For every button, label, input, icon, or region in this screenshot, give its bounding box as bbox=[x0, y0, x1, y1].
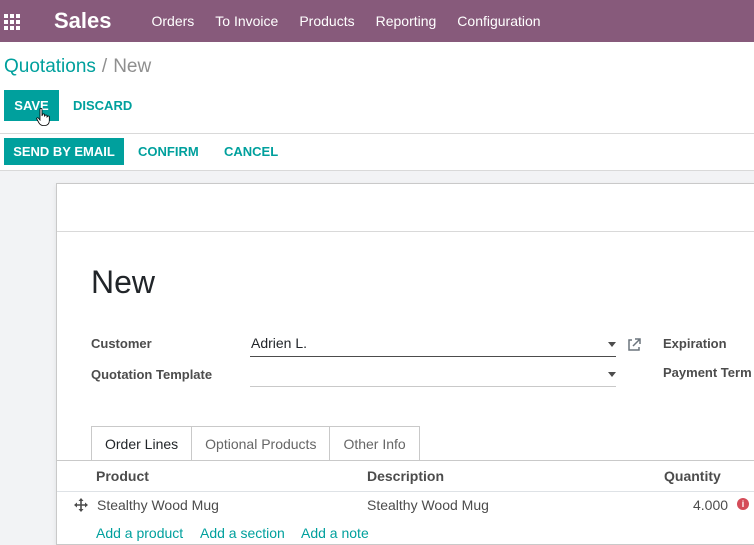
top-navbar: Sales Orders To Invoice Products Reporti… bbox=[0, 0, 754, 42]
quotation-template-label: Quotation Template bbox=[91, 367, 213, 382]
row-description[interactable]: Stealthy Wood Mug bbox=[367, 497, 489, 513]
menu-configuration[interactable]: Configuration bbox=[457, 13, 540, 29]
record-title: New bbox=[91, 264, 156, 300]
menu-to-invoice[interactable]: To Invoice bbox=[215, 13, 278, 29]
breadcrumb-separator: / bbox=[101, 56, 108, 77]
save-button[interactable]: SAVE bbox=[4, 90, 59, 121]
chevron-down-icon[interactable] bbox=[608, 372, 616, 377]
customer-value: Adrien L. bbox=[251, 335, 308, 351]
column-product[interactable]: Product bbox=[96, 468, 149, 484]
tab-order-lines[interactable]: Order Lines bbox=[91, 426, 193, 461]
confirm-button[interactable]: CONFIRM bbox=[138, 138, 199, 165]
breadcrumb-quotations[interactable]: Quotations bbox=[4, 56, 96, 77]
notebook-tabs: Order Lines Optional Products Other Info bbox=[91, 426, 420, 461]
chevron-down-icon[interactable] bbox=[608, 342, 616, 347]
status-bar: SEND BY EMAIL CONFIRM CANCEL bbox=[0, 134, 754, 171]
external-link-icon[interactable] bbox=[626, 337, 642, 353]
app-name[interactable]: Sales bbox=[54, 8, 112, 34]
form-sheet: New Customer Adrien L. Quotation Templat… bbox=[56, 183, 754, 545]
cancel-button[interactable]: CANCEL bbox=[224, 138, 278, 165]
info-warning-icon[interactable]: i bbox=[737, 498, 749, 510]
table-header-divider bbox=[57, 491, 754, 492]
apps-grid-icon[interactable] bbox=[4, 14, 20, 30]
add-product-link[interactable]: Add a product bbox=[96, 525, 183, 541]
row-product[interactable]: Stealthy Wood Mug bbox=[97, 497, 219, 513]
customer-field[interactable]: Adrien L. bbox=[250, 335, 616, 357]
column-quantity[interactable]: Quantity bbox=[664, 468, 721, 484]
menu-reporting[interactable]: Reporting bbox=[376, 13, 437, 29]
quotation-template-field[interactable] bbox=[250, 365, 616, 387]
payment-terms-label: Payment Term bbox=[663, 365, 752, 380]
breadcrumb: Quotations / New bbox=[4, 56, 151, 78]
column-description[interactable]: Description bbox=[367, 468, 444, 484]
control-panel: Quotations / New SAVE DISCARD bbox=[0, 42, 754, 134]
tabs-divider bbox=[57, 460, 754, 461]
discard-button[interactable]: DISCARD bbox=[73, 90, 132, 121]
row-quantity[interactable]: 4.000 bbox=[693, 497, 728, 513]
hand-pointer-icon bbox=[36, 108, 50, 126]
menu-products[interactable]: Products bbox=[299, 13, 354, 29]
expiration-label: Expiration bbox=[663, 336, 727, 351]
tab-other-info[interactable]: Other Info bbox=[330, 426, 420, 461]
send-by-email-button[interactable]: SEND BY EMAIL bbox=[4, 138, 124, 165]
breadcrumb-current: New bbox=[113, 56, 152, 77]
menu-orders[interactable]: Orders bbox=[152, 13, 195, 29]
drag-handle-icon[interactable] bbox=[74, 498, 88, 512]
add-note-link[interactable]: Add a note bbox=[301, 525, 369, 541]
sheet-header bbox=[57, 184, 754, 232]
tab-optional-products[interactable]: Optional Products bbox=[192, 426, 331, 461]
add-section-link[interactable]: Add a section bbox=[200, 525, 285, 541]
customer-label: Customer bbox=[91, 336, 152, 351]
